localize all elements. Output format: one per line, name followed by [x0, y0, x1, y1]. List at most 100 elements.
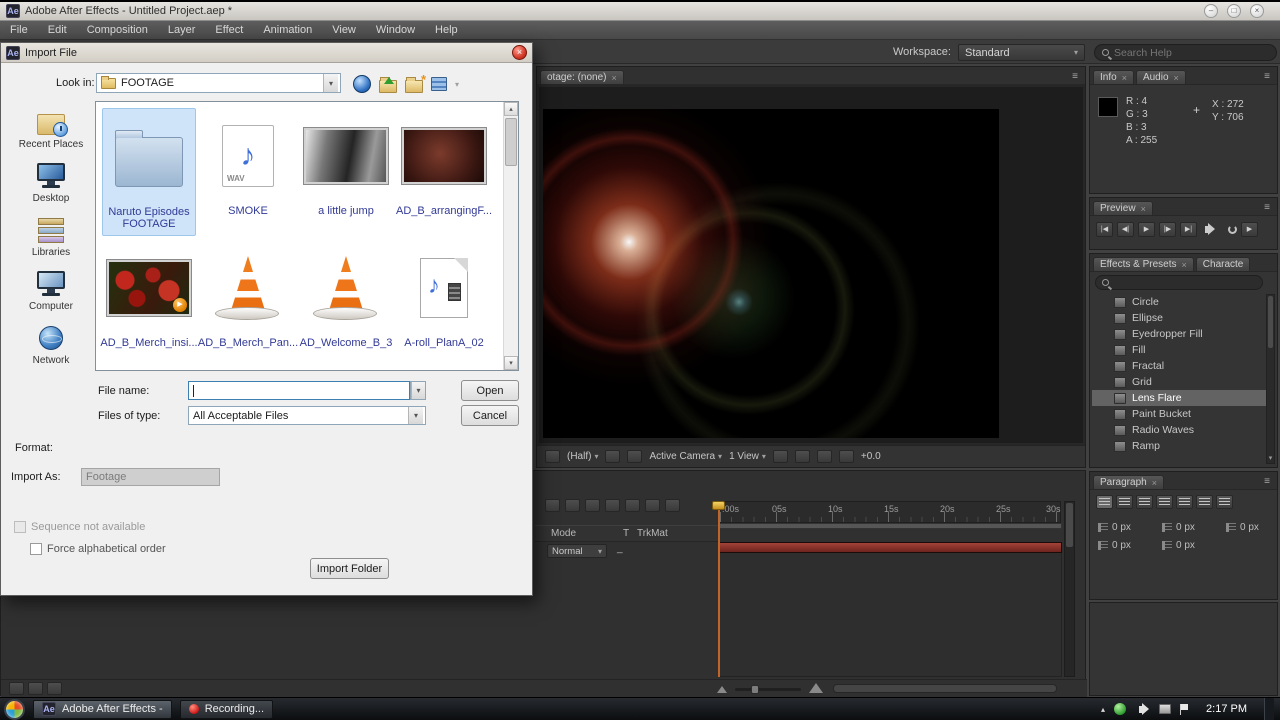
file-item-selected[interactable]: Naruto Episodes FOOTAGE	[102, 108, 196, 236]
grid-options-icon[interactable]	[772, 450, 788, 463]
effect-item[interactable]: Ellipse	[1092, 310, 1268, 326]
close-icon[interactable]: ×	[1174, 73, 1179, 83]
file-item[interactable]: AD_B_arrangingF...	[396, 108, 492, 236]
close-icon[interactable]: ×	[612, 73, 617, 83]
workspace-dropdown[interactable]: Standard ▾	[958, 44, 1085, 61]
indent-left-field[interactable]: 0 px	[1098, 522, 1131, 533]
hide-shy-layers-icon[interactable]	[585, 499, 600, 512]
tab-paragraph[interactable]: Paragraph ×	[1093, 475, 1164, 489]
effect-item[interactable]: Ramp	[1092, 438, 1268, 454]
align-right-button[interactable]	[1136, 495, 1153, 509]
play-button[interactable]: ▶	[1138, 222, 1155, 237]
chevron-down-icon[interactable]: ▾	[455, 80, 459, 89]
up-one-level-icon[interactable]	[379, 77, 397, 93]
menu-view[interactable]: View	[332, 24, 356, 36]
time-ruler[interactable]: :00s 05s 10s 15s 20s 25s 30s	[719, 501, 1061, 523]
timeline-vertical-scrollbar[interactable]	[1064, 501, 1075, 677]
file-item[interactable]: ▶ AD_B_Merch_insi...	[100, 240, 198, 356]
menu-edit[interactable]: Edit	[48, 24, 67, 36]
view-menu-icon[interactable]	[431, 77, 447, 91]
tab-footage[interactable]: otage: (none) ×	[540, 70, 624, 84]
scrollbar-thumb[interactable]	[1066, 503, 1073, 547]
file-item[interactable]: AD_Welcome_B_3	[299, 240, 393, 356]
layer-duration-bar[interactable]	[719, 542, 1062, 553]
frame-blending-icon[interactable]	[605, 499, 620, 512]
effect-item[interactable]: Grid	[1092, 374, 1268, 390]
zoom-out-icon[interactable]	[717, 686, 727, 693]
effect-item[interactable]: Eyedropper Fill	[1092, 326, 1268, 342]
maximize-button[interactable]: □	[1227, 4, 1241, 18]
last-frame-button[interactable]: ▶|	[1180, 222, 1197, 237]
space-after-field[interactable]: 0 px	[1162, 540, 1195, 551]
next-frame-button[interactable]: |▶	[1159, 222, 1176, 237]
zoom-slider-thumb[interactable]	[751, 685, 759, 694]
timeline-zoom-slider[interactable]	[735, 685, 801, 694]
menu-layer[interactable]: Layer	[168, 24, 196, 36]
file-item[interactable]: ♪ WAV SMOKE	[201, 108, 295, 236]
menu-help[interactable]: Help	[435, 24, 458, 36]
effect-item[interactable]: Circle	[1092, 294, 1268, 310]
hidden-icons-chevron[interactable]: ▴	[1101, 705, 1105, 714]
work-area-bar[interactable]	[719, 523, 1062, 529]
close-button[interactable]: ×	[1250, 4, 1264, 18]
menu-window[interactable]: Window	[376, 24, 415, 36]
first-frame-button[interactable]: |◀	[1096, 222, 1113, 237]
scroll-down-icon[interactable]: ▾	[1266, 454, 1275, 464]
start-button[interactable]	[4, 698, 25, 720]
menu-effect[interactable]: Effect	[215, 24, 243, 36]
comp-mini-flowchart-icon[interactable]	[545, 499, 560, 512]
effect-item[interactable]: Fractal	[1092, 358, 1268, 374]
show-desktop-button[interactable]	[1264, 697, 1274, 720]
justify-last-left-button[interactable]	[1156, 495, 1173, 509]
look-in-dropdown[interactable]: FOOTAGE ▾	[96, 73, 341, 93]
expand-in-out-icon[interactable]	[47, 682, 62, 695]
menu-animation[interactable]: Animation	[263, 24, 312, 36]
tab-info[interactable]: Info ×	[1093, 70, 1134, 84]
effect-item[interactable]: Paint Bucket	[1092, 406, 1268, 422]
taskbar-recording-button[interactable]: Recording...	[179, 699, 273, 719]
close-icon[interactable]: ×	[1152, 478, 1157, 488]
file-item[interactable]: AD_B_Merch_Pan...	[198, 240, 298, 356]
dialog-titlebar[interactable]: Ae Import File ×	[1, 43, 532, 63]
justify-all-button[interactable]	[1216, 495, 1233, 509]
transparency-grid-icon[interactable]	[627, 450, 643, 463]
panel-menu-icon[interactable]: ≡	[1260, 70, 1274, 84]
ram-preview-button[interactable]: ▶	[1241, 222, 1258, 237]
current-time-indicator-line[interactable]	[718, 501, 720, 677]
view-layout-dropdown[interactable]: 1 View ▾	[729, 451, 766, 462]
scrollbar-thumb[interactable]	[505, 118, 517, 166]
tab-audio[interactable]: Audio ×	[1135, 70, 1186, 84]
effect-item[interactable]: Radio Waves	[1092, 422, 1268, 438]
effects-search-box[interactable]	[1095, 275, 1263, 290]
draft-3d-icon[interactable]	[565, 499, 580, 512]
close-icon[interactable]: ×	[1122, 73, 1127, 83]
taskbar-clock[interactable]: 2:17 PM	[1198, 703, 1255, 715]
media-player-tray-icon[interactable]	[1114, 703, 1127, 715]
resolution-icon[interactable]	[838, 450, 854, 463]
alphabetical-checkbox[interactable]	[30, 543, 42, 555]
scroll-down-icon[interactable]: ▾	[504, 356, 518, 370]
snapshot-icon[interactable]	[794, 450, 810, 463]
composition-viewer[interactable]	[539, 87, 1083, 443]
help-search-input[interactable]	[1114, 46, 1254, 59]
exposure-control[interactable]: +0.0	[861, 451, 881, 462]
import-folder-button[interactable]: Import Folder	[310, 558, 389, 579]
magnification-dropdown[interactable]: (Half) ▾	[567, 451, 598, 462]
loop-toggle-icon[interactable]	[1228, 225, 1237, 234]
action-center-tray-icon[interactable]	[1180, 703, 1189, 715]
minimize-button[interactable]: –	[1204, 4, 1218, 18]
dialog-close-button[interactable]: ×	[512, 45, 527, 60]
close-icon[interactable]: ×	[1141, 204, 1146, 214]
file-name-input[interactable]	[188, 381, 410, 400]
expand-layer-switches-icon[interactable]	[9, 682, 24, 695]
camera-dropdown[interactable]: Active Camera ▾	[649, 451, 722, 462]
close-icon[interactable]: ×	[1182, 260, 1187, 270]
effect-item[interactable]: Fill	[1092, 342, 1268, 358]
file-name-dropdown-button[interactable]: ▾	[410, 381, 426, 400]
motion-blur-icon[interactable]	[625, 499, 640, 512]
place-computer[interactable]: Computer	[13, 269, 89, 323]
open-button[interactable]: Open	[461, 380, 519, 401]
create-new-folder-icon[interactable]: *	[405, 72, 426, 93]
help-search-box[interactable]	[1094, 44, 1277, 61]
audio-toggle-icon[interactable]	[1205, 223, 1215, 235]
